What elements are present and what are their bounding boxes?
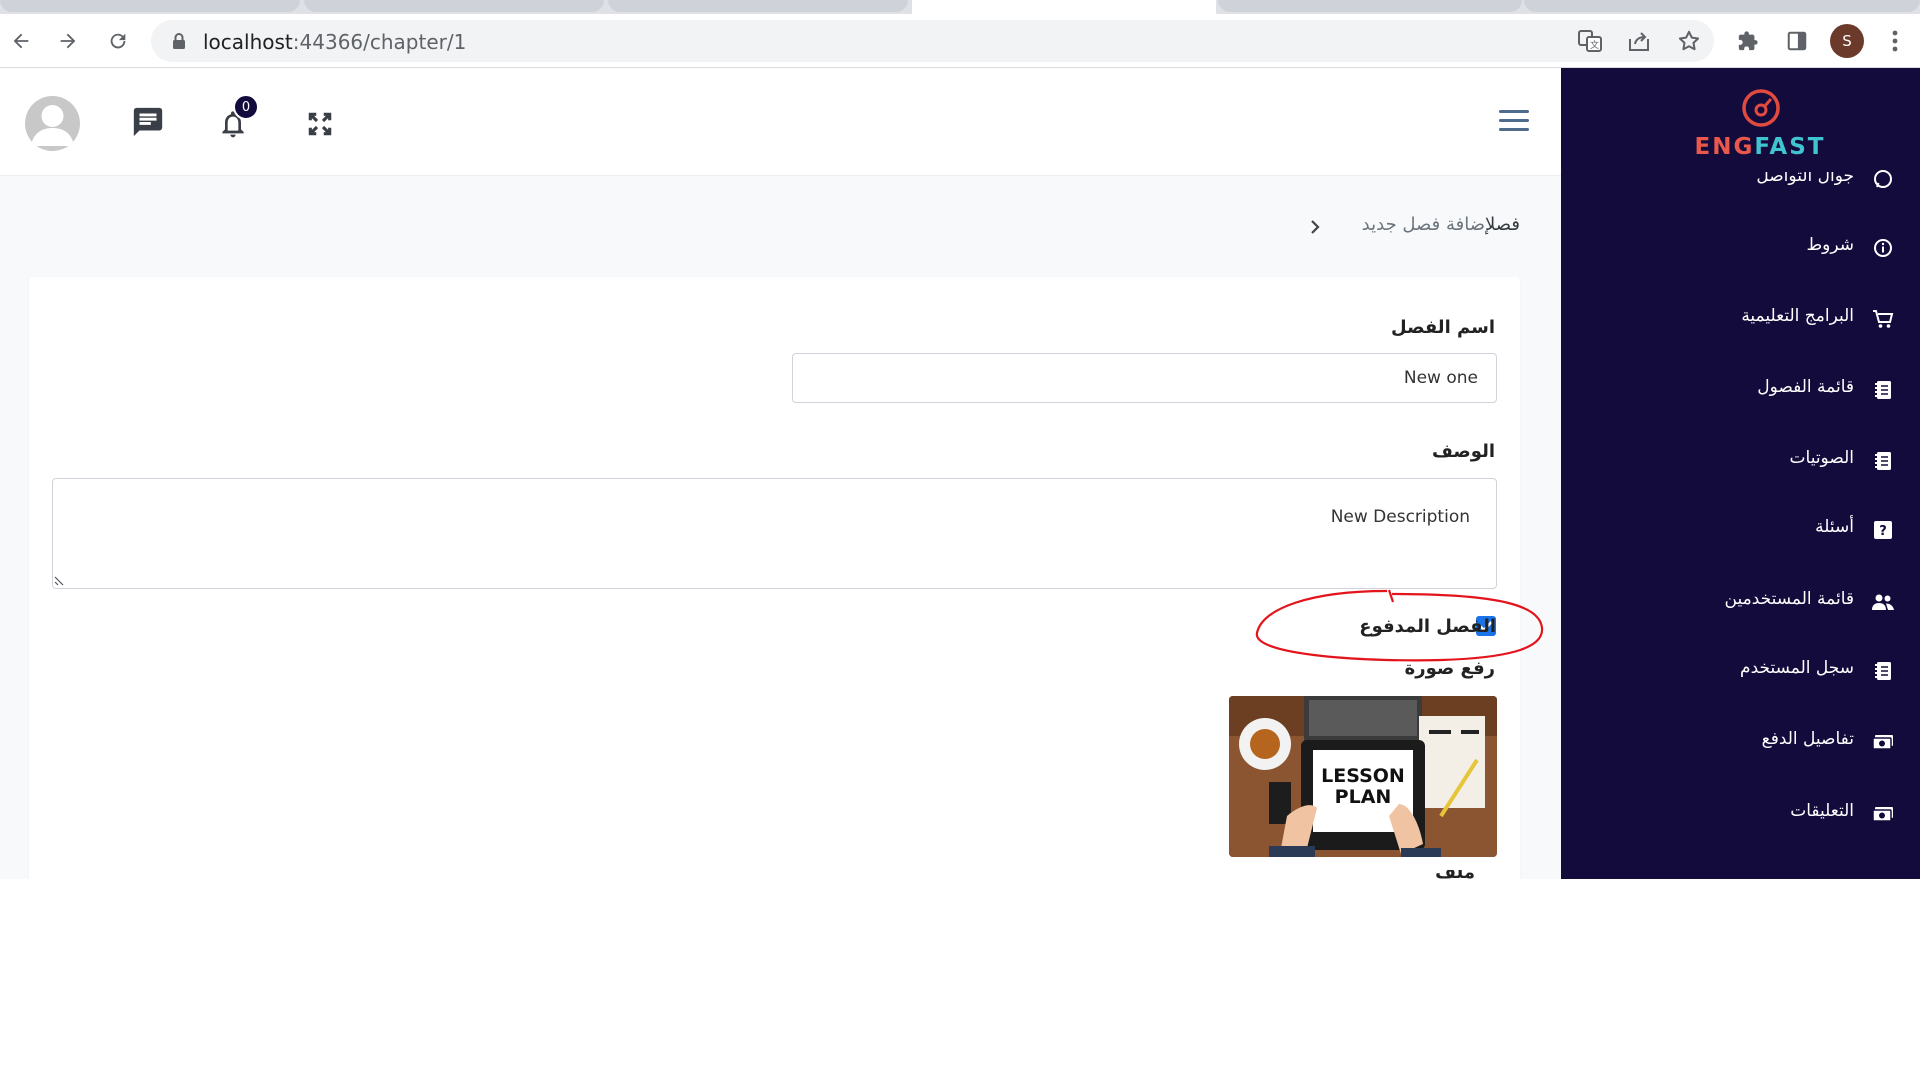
book-icon (1872, 379, 1894, 401)
sidebar-toggle-button[interactable] (1499, 110, 1529, 134)
forward-button[interactable] (53, 26, 83, 56)
breadcrumb-root[interactable]: فصل (1485, 214, 1520, 235)
browser-tab-strip (0, 0, 1920, 14)
sidebar: جوال التواصل شروط البرامج التعليمية قائم… (1561, 68, 1920, 879)
info-icon (1872, 237, 1894, 259)
money-icon (1872, 731, 1894, 753)
kebab-menu-icon (1892, 30, 1898, 52)
lock-icon (173, 33, 185, 49)
logo-wordmark: ENGFAST (1680, 134, 1840, 160)
sidebar-item-questions[interactable]: ? أسئلة (1561, 509, 1920, 549)
upload-image-label: رفع صورة (1404, 658, 1495, 679)
browser-tab[interactable] (0, 0, 300, 12)
description-textarea[interactable] (52, 478, 1497, 589)
browser-menu-button[interactable] (1880, 26, 1910, 56)
svg-text:文: 文 (1590, 39, 1599, 51)
sidebar-item-chapters[interactable]: قائمة الفصول (1561, 369, 1920, 409)
chapter-name-input[interactable] (792, 353, 1497, 403)
hamburger-icon-line (1499, 110, 1529, 113)
book-icon (1872, 450, 1894, 472)
uploaded-image-preview[interactable]: LESSON PLAN (1229, 696, 1497, 857)
sidebar-item-payments[interactable]: تفاصيل الدفع (1561, 721, 1920, 761)
url-host: localhost (203, 30, 293, 54)
sidebar-item-user-log[interactable]: سجل المستخدم (1561, 650, 1920, 690)
logo-mark-icon (1742, 89, 1780, 127)
translate-icon[interactable]: 文 (1578, 30, 1602, 52)
back-button[interactable] (6, 26, 36, 56)
description-label: الوصف (1431, 441, 1495, 462)
browser-toolbar: localhost:44366/chapter/1 文 S (0, 14, 1920, 68)
chevron-right-icon (1311, 220, 1320, 234)
book-icon (1872, 660, 1894, 682)
whatsapp-icon (1872, 168, 1894, 190)
puzzle-icon (1738, 31, 1758, 51)
sidebar-item-users[interactable]: قائمة المستخدمين (1561, 581, 1920, 621)
sidebar-item-terms[interactable]: شروط (1561, 227, 1920, 267)
svg-text:?: ? (1879, 524, 1887, 539)
browser-tab-active[interactable] (912, 0, 1216, 14)
empty-area-below-screenshot (0, 879, 1920, 1080)
app-screenshot: localhost:44366/chapter/1 文 S 0 فصلإضافة… (0, 0, 1920, 879)
star-icon[interactable] (1677, 29, 1701, 53)
sidebar-item-label: شروط (1806, 235, 1854, 255)
logo-part-fast: FAST (1754, 134, 1826, 160)
sidebar-item-label: التعليقات (1790, 801, 1854, 821)
brand-logo[interactable]: ENGFAST (1680, 76, 1840, 172)
preview-text: LESSON PLAN (1313, 766, 1413, 808)
sidebar-item-label: البرامج التعليمية (1741, 306, 1854, 326)
app-header: 0 (0, 68, 1561, 176)
preview-text-line2: PLAN (1334, 786, 1392, 808)
sidebar-item-label: قائمة المستخدمين (1724, 589, 1854, 609)
sidebar-item-label: تفاصيل الدفع (1761, 729, 1854, 749)
sidebar-item-comments[interactable]: التعليقات (1561, 793, 1920, 833)
money-icon (1872, 803, 1894, 825)
fullscreen-button[interactable] (300, 104, 340, 144)
breadcrumb: فصلإضافة فصل جديد (1362, 214, 1520, 235)
hamburger-icon-line (1499, 128, 1529, 131)
paid-chapter-label: الفصل المدفوع (1359, 616, 1496, 637)
hamburger-icon-line (1499, 119, 1529, 122)
notification-count-badge: 0 (233, 94, 259, 120)
cart-icon (1872, 308, 1894, 330)
chapter-file-label: ملف الفصل (1405, 870, 1475, 879)
url-path: :44366/chapter/1 (292, 30, 467, 54)
arrow-left-icon (13, 33, 29, 49)
profile-avatar[interactable]: S (1830, 24, 1864, 58)
sidebar-item-programs[interactable]: البرامج التعليمية (1561, 298, 1920, 338)
browser-tab[interactable] (304, 0, 604, 12)
users-icon (1872, 591, 1894, 613)
messages-button[interactable] (128, 102, 168, 142)
sidebar-item-label: الصوتيات (1789, 448, 1854, 468)
reload-icon (110, 33, 126, 49)
reload-button[interactable] (103, 26, 133, 56)
preview-text-line1: LESSON (1321, 765, 1405, 787)
sidebar-item-label: أسئلة (1815, 517, 1854, 537)
url-text: localhost:44366/chapter/1 (203, 30, 466, 54)
extensions-button[interactable] (1733, 26, 1763, 56)
side-panel-icon (1787, 31, 1807, 51)
sidebar-item-label: قائمة الفصول (1757, 377, 1854, 397)
question-icon: ? (1872, 519, 1894, 541)
browser-tab[interactable] (1524, 0, 1920, 12)
arrow-right-icon (60, 33, 76, 49)
user-silhouette-icon (31, 105, 74, 146)
textarea-resize-handle-icon[interactable] (54, 574, 66, 586)
side-panel-button[interactable] (1782, 26, 1812, 56)
chapter-name-label: اسم الفصل (1391, 317, 1495, 338)
logo-part-eng: ENG (1694, 134, 1755, 160)
fullscreen-icon (308, 112, 332, 136)
chat-icon (133, 107, 163, 137)
sidebar-item-audio[interactable]: الصوتيات (1561, 440, 1920, 480)
share-icon[interactable] (1627, 30, 1651, 52)
breadcrumb-current: إضافة فصل جديد (1361, 214, 1486, 235)
browser-tab[interactable] (608, 0, 908, 12)
browser-tab[interactable] (1218, 0, 1522, 12)
user-avatar[interactable] (25, 96, 80, 151)
sidebar-item-label: سجل المستخدم (1740, 658, 1854, 678)
address-bar[interactable]: localhost:44366/chapter/1 文 (151, 20, 1714, 62)
chapter-file-label-text: ملف الفصل (1405, 870, 1475, 879)
